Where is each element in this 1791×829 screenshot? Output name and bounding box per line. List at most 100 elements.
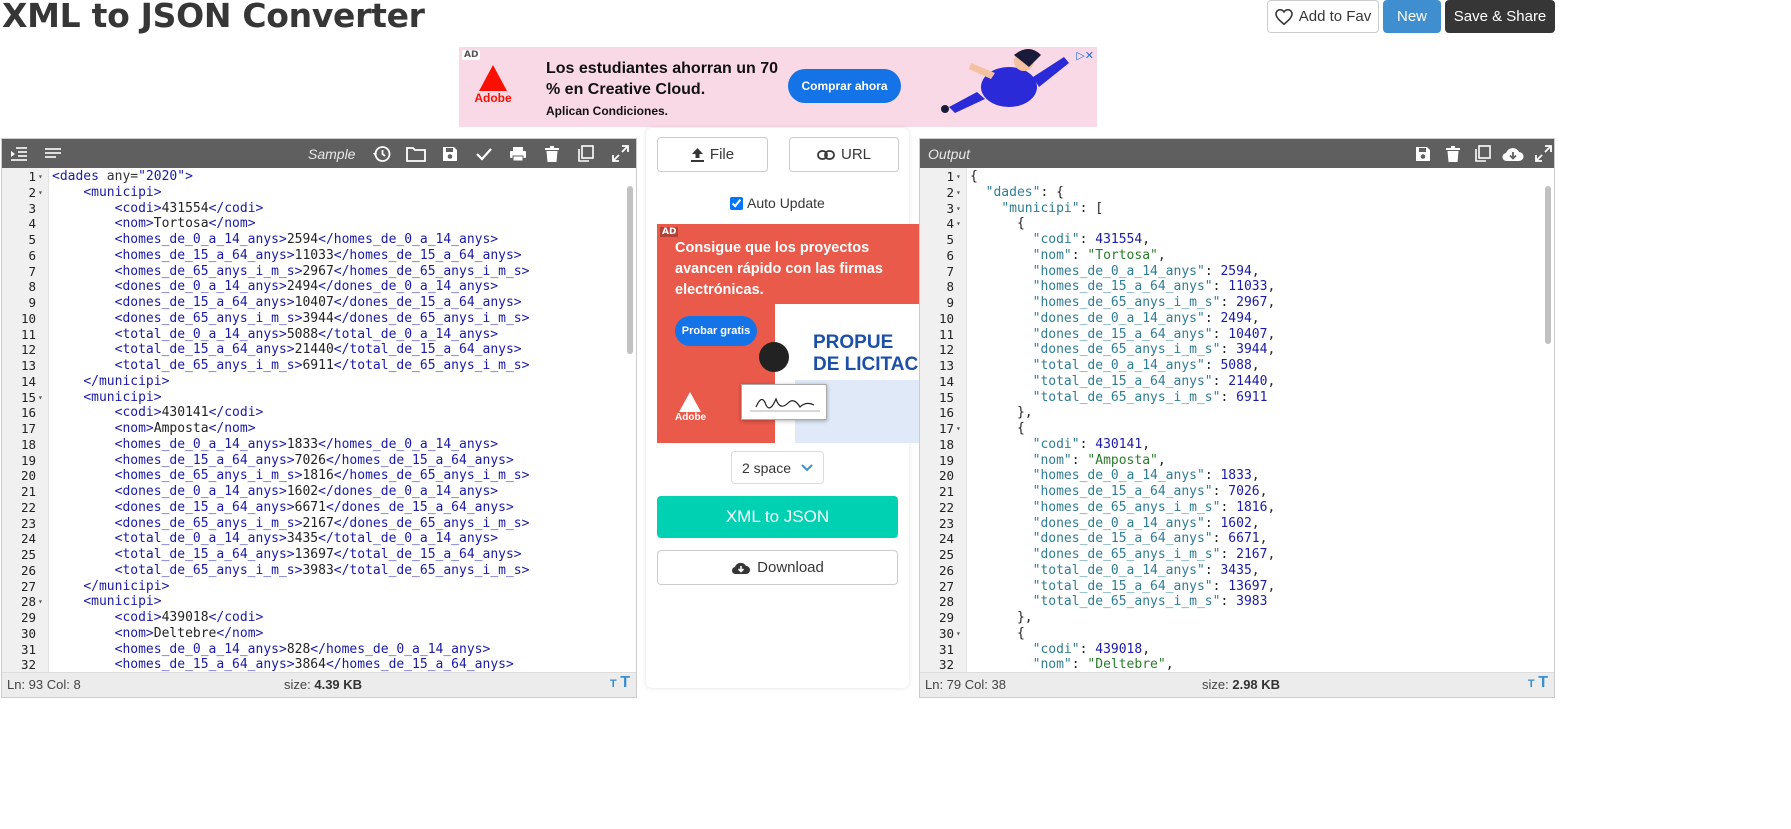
side-ad[interactable]: AD Consigue que los proyectos avancen rá… bbox=[657, 224, 920, 443]
add-to-fav-button[interactable]: Add to Fav bbox=[1267, 0, 1379, 33]
line-number: 7 bbox=[28, 263, 36, 279]
line-number: 12 bbox=[938, 342, 954, 358]
copy-icon[interactable] bbox=[573, 139, 599, 168]
xml-text: Amposta bbox=[153, 421, 209, 436]
xml-text: 3983 bbox=[302, 562, 334, 578]
line-number: 22 bbox=[938, 499, 954, 515]
json-number: 5088 bbox=[1220, 358, 1252, 373]
line-number: 19 bbox=[20, 452, 36, 468]
xml-input-editor[interactable]: Sample 1 ▾ <dades any="2020"> 2 ▾ <municipi>… bbox=[1, 138, 637, 698]
json-key: "total_de_15_a_64_anys" bbox=[1032, 578, 1213, 594]
json-key: "homes_de_65_anys_i_m_s" bbox=[1032, 295, 1221, 310]
line-number: 30 bbox=[20, 625, 36, 641]
cursor-position: Ln: 93 Col: 8 bbox=[7, 677, 81, 692]
trash-icon[interactable] bbox=[539, 139, 565, 168]
line-number: 3 bbox=[28, 200, 36, 216]
json-punct: : bbox=[1071, 657, 1088, 673]
fold-icon bbox=[956, 516, 966, 532]
code-line: 30 <nom>Deltebre</nom> bbox=[2, 626, 624, 642]
line-content: { bbox=[966, 169, 978, 185]
line-content: "total_de_0_a_14_anys": 5088, bbox=[966, 358, 1260, 374]
copy-icon[interactable] bbox=[1472, 139, 1494, 168]
json-number: 2967 bbox=[1236, 295, 1268, 310]
save-share-button[interactable]: Save & Share bbox=[1445, 0, 1555, 33]
xml-tag: <dones_de_65_anys_i_m_s> bbox=[114, 515, 303, 531]
adobe-logo-text: Adobe bbox=[474, 91, 512, 105]
code-line: 19 <homes_de_15_a_64_anys>7026</homes_de… bbox=[2, 453, 624, 469]
new-button[interactable]: New bbox=[1383, 0, 1441, 33]
xml-tag: <dones_de_0_a_14_anys> bbox=[114, 279, 287, 295]
output-label: Output bbox=[928, 145, 971, 162]
download-button[interactable]: Download bbox=[657, 550, 898, 585]
code-line: 28 "total_de_65_anys_i_m_s": 3983 bbox=[920, 594, 1542, 610]
fold-icon bbox=[38, 232, 48, 248]
json-key: "homes_de_0_a_14_anys" bbox=[1032, 468, 1205, 484]
fold-icon bbox=[956, 248, 966, 264]
xml-code-area[interactable]: 1 ▾ <dades any="2020"> 2 ▾ <municipi> 3 <codi… bbox=[2, 168, 636, 673]
vertical-scrollbar[interactable] bbox=[626, 172, 634, 673]
ad-cta-button[interactable]: Comprar ahora bbox=[788, 69, 901, 103]
print-icon[interactable] bbox=[505, 139, 531, 168]
align-icon[interactable] bbox=[40, 139, 66, 168]
json-code-area[interactable]: 1 ▾{2 ▾ "dades": {3 ▾ "municipi": [4 ▾ {5 "c… bbox=[920, 168, 1554, 673]
trash-icon[interactable] bbox=[1442, 139, 1464, 168]
url-button[interactable]: URL bbox=[789, 137, 899, 172]
file-button[interactable]: File bbox=[657, 137, 768, 172]
code-line: 15 "total_de_65_anys_i_m_s": 6911 bbox=[920, 390, 1542, 406]
auto-update-toggle[interactable]: Auto Update bbox=[730, 195, 825, 211]
ad-banner[interactable]: AD Adobe Los estudiantes ahorran un 70 %… bbox=[459, 47, 1097, 127]
ad-close-icon[interactable]: ▷✕ bbox=[1076, 49, 1094, 62]
size-label: size: bbox=[284, 677, 311, 692]
json-punct: , bbox=[1251, 468, 1260, 484]
json-output-editor[interactable]: Output 1 ▾{2 ▾ "dades": {3 ▾ "municipi": [4… bbox=[919, 138, 1555, 698]
save-icon[interactable] bbox=[1412, 139, 1434, 168]
scrollbar-thumb[interactable] bbox=[1545, 186, 1551, 344]
expand-icon[interactable] bbox=[607, 139, 633, 168]
adobe-logo-icon bbox=[679, 392, 701, 412]
vertical-scrollbar[interactable] bbox=[1544, 172, 1552, 673]
save-icon[interactable] bbox=[437, 139, 463, 168]
line-number: 31 bbox=[20, 641, 36, 657]
fold-icon bbox=[956, 358, 966, 374]
sample-label[interactable]: Sample bbox=[308, 146, 355, 162]
line-number: 21 bbox=[20, 484, 36, 499]
cloud-download-icon[interactable] bbox=[1502, 139, 1524, 168]
fold-icon bbox=[38, 405, 48, 421]
indent-icon[interactable] bbox=[6, 139, 32, 168]
xml-text: 11033 bbox=[294, 247, 334, 263]
line-number: 13 bbox=[20, 358, 36, 373]
line-content: { bbox=[966, 626, 1025, 642]
json-punct: , bbox=[1251, 515, 1260, 531]
line-content: <municipi> bbox=[48, 594, 161, 610]
line-number: 29 bbox=[938, 610, 954, 625]
xml-tag: <dones_de_15_a_64_anys> bbox=[114, 499, 295, 515]
json-key: "homes_de_15_a_64_anys" bbox=[1032, 484, 1213, 499]
convert-button[interactable]: XML to JSON bbox=[657, 496, 898, 538]
upload-icon bbox=[690, 147, 704, 162]
json-punct: : bbox=[1212, 279, 1229, 295]
expand-icon[interactable] bbox=[1532, 139, 1554, 168]
auto-update-checkbox[interactable] bbox=[730, 196, 743, 210]
folder-icon[interactable] bbox=[403, 139, 429, 168]
font-size-icon[interactable]: T T bbox=[610, 674, 630, 692]
scrollbar-thumb[interactable] bbox=[627, 186, 633, 354]
side-ad-cta-button[interactable]: Probar gratis bbox=[675, 316, 757, 346]
json-number: 3983 bbox=[1236, 594, 1268, 610]
code-line: 24 <total_de_0_a_14_anys>3435</total_de_… bbox=[2, 531, 624, 547]
font-size-icon[interactable]: T T bbox=[1528, 674, 1548, 692]
line-number: 24 bbox=[938, 531, 954, 547]
link-icon bbox=[817, 149, 835, 160]
history-icon[interactable] bbox=[369, 139, 395, 168]
xml-text: 2594 bbox=[286, 232, 319, 247]
indent-select[interactable]: 2 space bbox=[731, 451, 824, 484]
check-icon[interactable] bbox=[471, 139, 497, 168]
xml-tag: </dones_de_0_a_14_anys> bbox=[318, 279, 499, 295]
code-line: 27 "total_de_15_a_64_anys": 13697, bbox=[920, 579, 1542, 595]
line-number: 2 bbox=[946, 184, 954, 200]
